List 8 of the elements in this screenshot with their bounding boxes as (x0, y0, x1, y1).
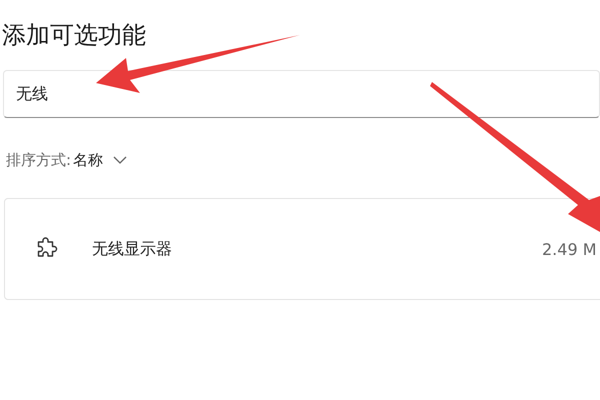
search-field[interactable]: 无线 (3, 70, 600, 118)
feature-item[interactable]: 无线显示器 2.49 M (4, 198, 600, 300)
feature-size: 2.49 M (542, 240, 598, 258)
sort-dropdown[interactable]: 名称 (71, 150, 130, 170)
sort-label: 排序方式: (6, 150, 72, 170)
page-title: 添加可选功能 (1, 20, 147, 51)
feature-name: 无线显示器 (92, 238, 172, 260)
chevron-down-icon (113, 156, 128, 164)
